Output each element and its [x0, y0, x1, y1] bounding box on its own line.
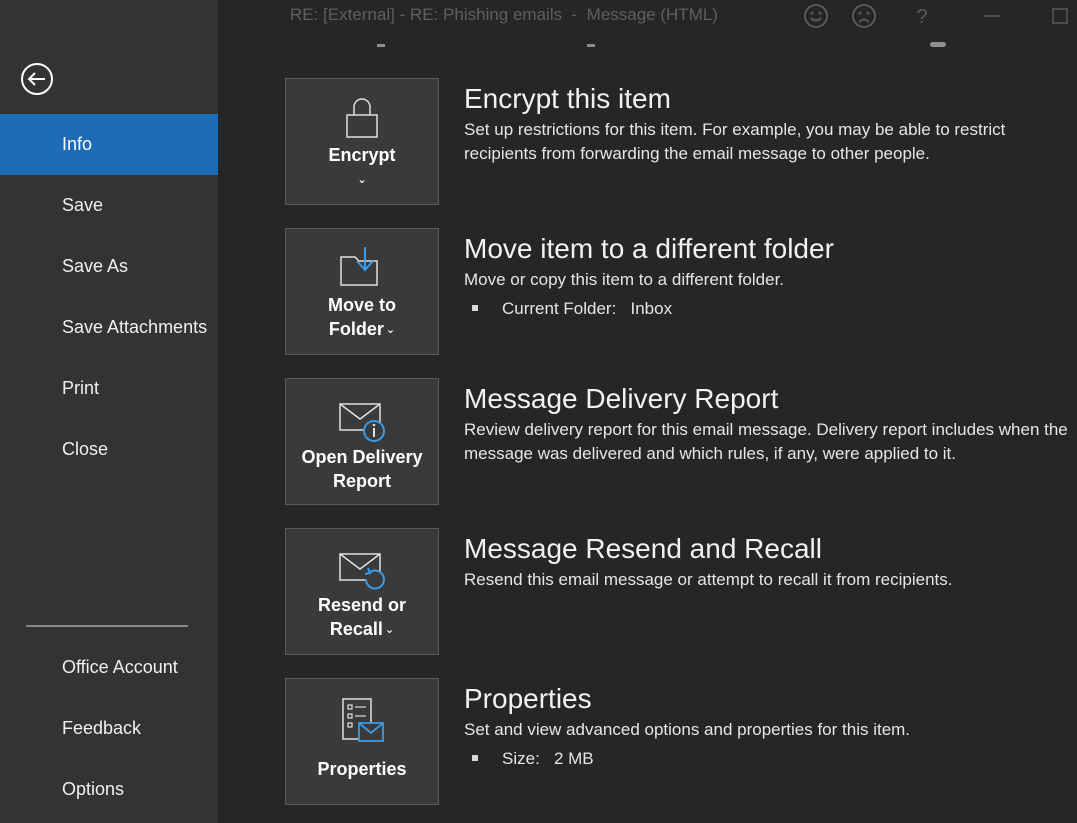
backstage-sidebar: Info Save Save As Save Attachments Print…	[0, 0, 218, 823]
sidebar-item-save[interactable]: Save	[0, 175, 218, 236]
delivery-report-title: Message Delivery Report	[464, 383, 779, 414]
smiley-icon[interactable]	[802, 2, 830, 30]
sidebar-item-options[interactable]: Options	[0, 759, 218, 820]
resend-or-recall-label-line2: Recall	[329, 619, 383, 639]
move-description: Move or copy this item to a different fo…	[464, 270, 785, 289]
envelope-info-icon	[339, 403, 385, 442]
encrypt-description: Set up restrictions for this item. For e…	[464, 120, 1006, 163]
move-to-folder-label-line2: Folder	[328, 319, 384, 339]
delivery-report-row: Open Delivery Report Message Delivery Re…	[285, 378, 1075, 505]
resend-or-recall-label-line1: Resend or	[317, 595, 407, 615]
sidebar-divider	[26, 625, 188, 627]
move-to-folder-button[interactable]: Move to Folder ⌄	[285, 228, 439, 355]
move-row: Move to Folder ⌄ Move item to a different…	[285, 228, 1075, 355]
resend-recall-description: Resend this email message or attempt to …	[464, 570, 953, 589]
encrypt-button[interactable]: Encrypt ⌄	[285, 78, 439, 205]
properties-button[interactable]: Properties	[285, 678, 439, 805]
bullet-icon	[472, 305, 478, 311]
sidebar-item-save-attachments[interactable]: Save Attachments	[0, 297, 218, 358]
lock-icon	[346, 98, 378, 138]
current-folder-info: Current Folder: Inbox	[464, 297, 1074, 321]
minimize-icon[interactable]	[978, 2, 1006, 30]
chevron-down-icon: ⌄	[384, 624, 395, 636]
resend-recall-title: Message Resend and Recall	[464, 533, 822, 564]
clipped-heading	[377, 38, 957, 50]
maximize-icon[interactable]	[1046, 2, 1074, 30]
open-delivery-report-button[interactable]: Open Delivery Report	[285, 378, 439, 505]
properties-row: Properties Properties Set and view advan…	[285, 678, 1075, 805]
properties-envelope-icon	[342, 698, 384, 742]
sidebar-item-feedback[interactable]: Feedback	[0, 698, 218, 759]
sidebar-item-info[interactable]: Info	[0, 114, 218, 175]
back-arrow-icon	[21, 63, 53, 95]
help-icon[interactable]: ?	[908, 2, 936, 30]
move-to-folder-label-line1: Move to	[327, 295, 396, 315]
current-folder-label: Current Folder:	[502, 299, 617, 318]
folder-arrow-icon	[340, 247, 378, 286]
sidebar-item-print[interactable]: Print	[0, 358, 218, 419]
chevron-down-icon: ⌄	[357, 174, 367, 186]
encrypt-button-label: Encrypt	[328, 145, 396, 165]
outlook-backstage: Info Save Save As Save Attachments Print…	[0, 0, 1077, 823]
properties-button-label: Properties	[317, 759, 407, 779]
sidebar-item-save-as[interactable]: Save As	[0, 236, 218, 297]
move-title: Move item to a different folder	[464, 233, 834, 264]
encrypt-row: Encrypt ⌄ Encrypt this item Set up restr…	[285, 78, 1075, 205]
svg-text:?: ?	[916, 6, 927, 28]
properties-title: Properties	[464, 683, 592, 714]
size-info: Size: 2 MB	[464, 747, 1074, 771]
open-delivery-report-label-line1: Open Delivery	[301, 447, 423, 467]
current-folder-value: Inbox	[630, 299, 673, 318]
size-value: 2 MB	[553, 749, 594, 768]
window-title: RE: [External] - RE: Phishing emails - M…	[290, 5, 718, 24]
sidebar-item-close[interactable]: Close	[0, 419, 218, 480]
chevron-down-icon: ⌄	[385, 324, 396, 336]
open-delivery-report-label-line2: Report	[333, 471, 391, 491]
encrypt-title: Encrypt this item	[464, 83, 671, 114]
resend-recall-row: Resend or Recall ⌄ Message Resend and Rec…	[285, 528, 1075, 655]
size-label: Size:	[502, 749, 540, 768]
resend-or-recall-button[interactable]: Resend or Recall ⌄	[285, 528, 439, 655]
bullet-icon	[472, 755, 478, 761]
envelope-recall-icon	[339, 553, 385, 590]
back-button[interactable]	[20, 62, 54, 96]
sidebar-item-office-account[interactable]: Office Account	[0, 637, 218, 698]
properties-description: Set and view advanced options and proper…	[464, 720, 911, 739]
delivery-report-description: Review delivery report for this email me…	[464, 420, 1068, 463]
frown-icon[interactable]	[850, 2, 878, 30]
